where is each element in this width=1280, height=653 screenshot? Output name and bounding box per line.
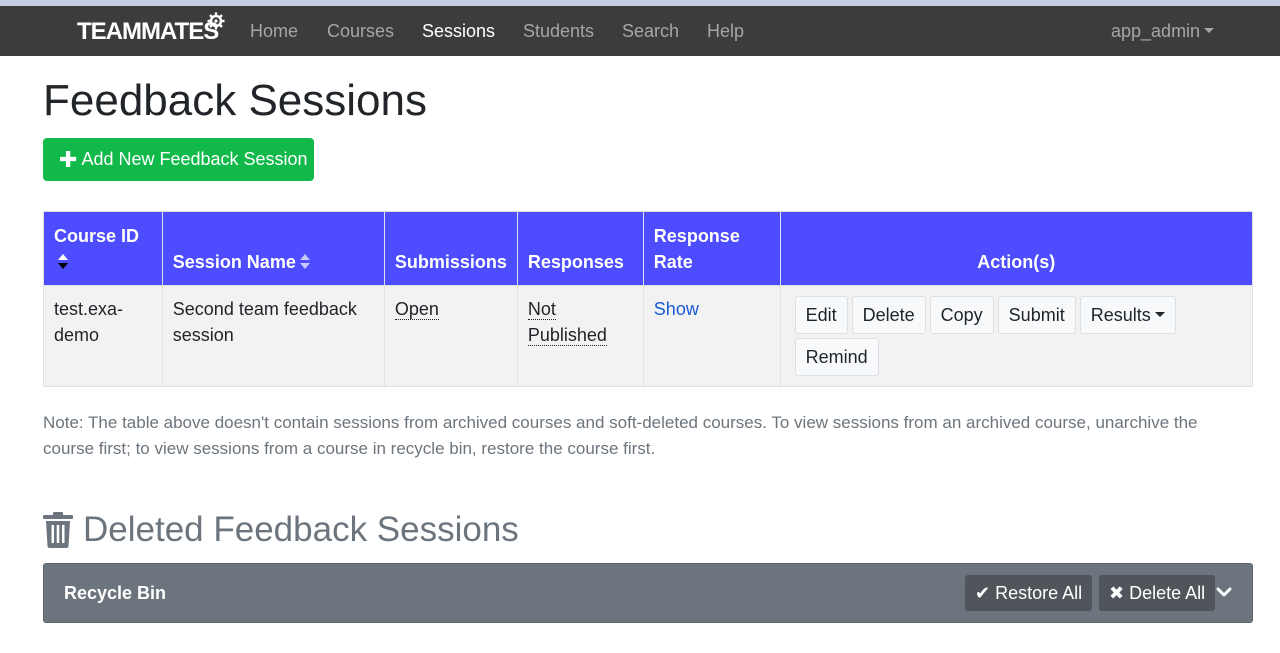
header-course-id[interactable]: Course ID <box>43 211 163 286</box>
delete-all-button[interactable]: ✖ Delete All <box>1099 575 1216 611</box>
nav-sessions[interactable]: Sessions <box>422 21 495 42</box>
user-menu-label: app_admin <box>1111 21 1201 41</box>
cell-submissions: Open <box>383 285 518 387</box>
header-response-rate: Response Rate <box>642 211 781 286</box>
cell-course-id: test.exa-demo <box>43 285 163 387</box>
caret-down-icon <box>1204 28 1215 33</box>
gear-icon <box>207 12 225 30</box>
results-dropdown-button[interactable]: Results <box>1079 296 1176 334</box>
header-session-name-label: Session Name <box>172 252 296 272</box>
cell-responses: Not Published <box>516 285 644 387</box>
header-actions: Action(s) <box>779 211 1254 286</box>
deleted-sessions-title: Deleted Feedback Sessions <box>83 510 519 549</box>
nav-students[interactable]: Students <box>523 21 594 42</box>
cell-response-rate: Show <box>642 285 781 387</box>
trash-icon <box>43 512 73 548</box>
times-icon: ✖ <box>1109 582 1125 603</box>
cell-session-name: Second team feedback session <box>161 285 385 387</box>
results-label: Results <box>1090 305 1151 325</box>
restore-all-button[interactable]: ✔ Restore All <box>965 575 1093 611</box>
show-response-rate-link[interactable]: Show <box>654 299 699 319</box>
submit-button[interactable]: Submit <box>997 296 1076 334</box>
restore-all-label: Restore All <box>995 582 1083 603</box>
delete-button[interactable]: Delete <box>851 296 926 334</box>
table-row: test.exa-demo Second team feedback sessi… <box>43 285 1254 387</box>
header-responses: Responses <box>516 211 644 286</box>
sessions-table: Course ID Session Name Submissions Respo… <box>43 211 1254 387</box>
nav-search[interactable]: Search <box>622 21 679 42</box>
user-menu[interactable]: app_admin <box>1111 21 1215 42</box>
add-session-button[interactable]: ✚ Add New Feedback Session <box>43 138 314 181</box>
recycle-bin-panel: Recycle Bin ✔ Restore All ✖ Delete All <box>43 563 1253 623</box>
sort-icon <box>299 254 310 270</box>
header-session-name[interactable]: Session Name <box>161 211 385 286</box>
add-session-label: Add New Feedback Session <box>81 149 308 169</box>
chevron-down-icon[interactable] <box>1216 584 1232 600</box>
page-title: Feedback Sessions <box>43 76 427 125</box>
recycle-bin-title: Recycle Bin <box>64 583 167 603</box>
submissions-status: Open <box>394 299 439 320</box>
header-submissions: Submissions <box>383 211 518 286</box>
copy-button[interactable]: Copy <box>929 296 994 334</box>
plus-icon: ✚ <box>59 146 78 172</box>
remind-button[interactable]: Remind <box>794 338 879 376</box>
nav-help[interactable]: Help <box>707 21 744 42</box>
header-course-id-label: Course ID <box>54 226 140 246</box>
nav-courses[interactable]: Courses <box>327 21 394 42</box>
cell-actions: Edit Delete Copy Submit Results Remind <box>779 285 1254 387</box>
archived-note: Note: The table above doesn't contain se… <box>43 413 1198 458</box>
delete-all-label: Delete All <box>1129 582 1206 603</box>
deleted-sessions-heading: Deleted Feedback Sessions <box>43 510 519 550</box>
check-icon: ✔ <box>975 582 991 603</box>
sort-icon <box>58 254 68 270</box>
responses-status: Not Published <box>527 299 607 346</box>
caret-down-icon <box>1154 312 1165 317</box>
brand-logo[interactable]: TEAMMATES <box>77 18 219 46</box>
nav-home[interactable]: Home <box>250 21 298 42</box>
edit-button[interactable]: Edit <box>794 296 848 334</box>
top-navbar: TEAMMATES Home Courses Sessions Students… <box>0 6 1280 56</box>
